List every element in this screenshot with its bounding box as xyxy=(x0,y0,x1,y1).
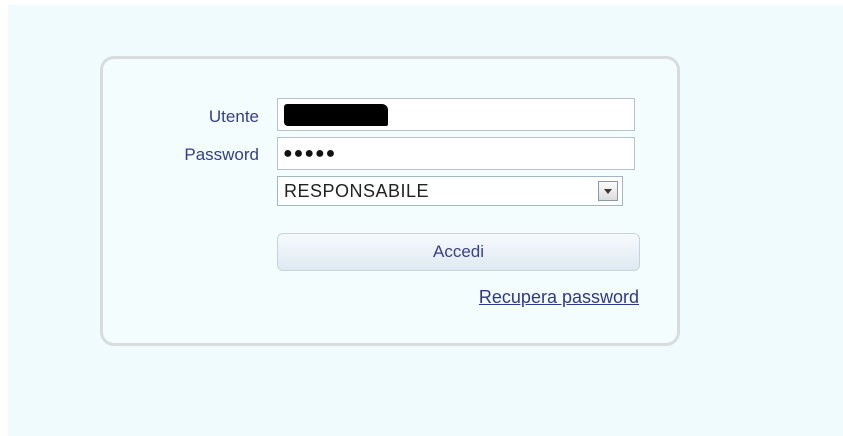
redacted-username xyxy=(284,104,388,126)
login-button[interactable]: Accedi xyxy=(277,233,640,271)
chevron-down-icon[interactable] xyxy=(598,181,618,201)
password-label: Password xyxy=(184,145,259,164)
password-mask: ●●●●● xyxy=(283,145,337,162)
recover-password-link[interactable]: Recupera password xyxy=(479,287,639,308)
username-label: Utente xyxy=(208,107,259,126)
role-select-value: RESPONSABILE xyxy=(284,181,430,201)
username-field[interactable] xyxy=(277,98,635,131)
password-field[interactable]: ●●●●● xyxy=(277,137,635,170)
role-select[interactable]: RESPONSABILE xyxy=(277,176,623,206)
login-page: Utente Password ●●●●● RESPONSABILE Acced… xyxy=(0,0,843,436)
